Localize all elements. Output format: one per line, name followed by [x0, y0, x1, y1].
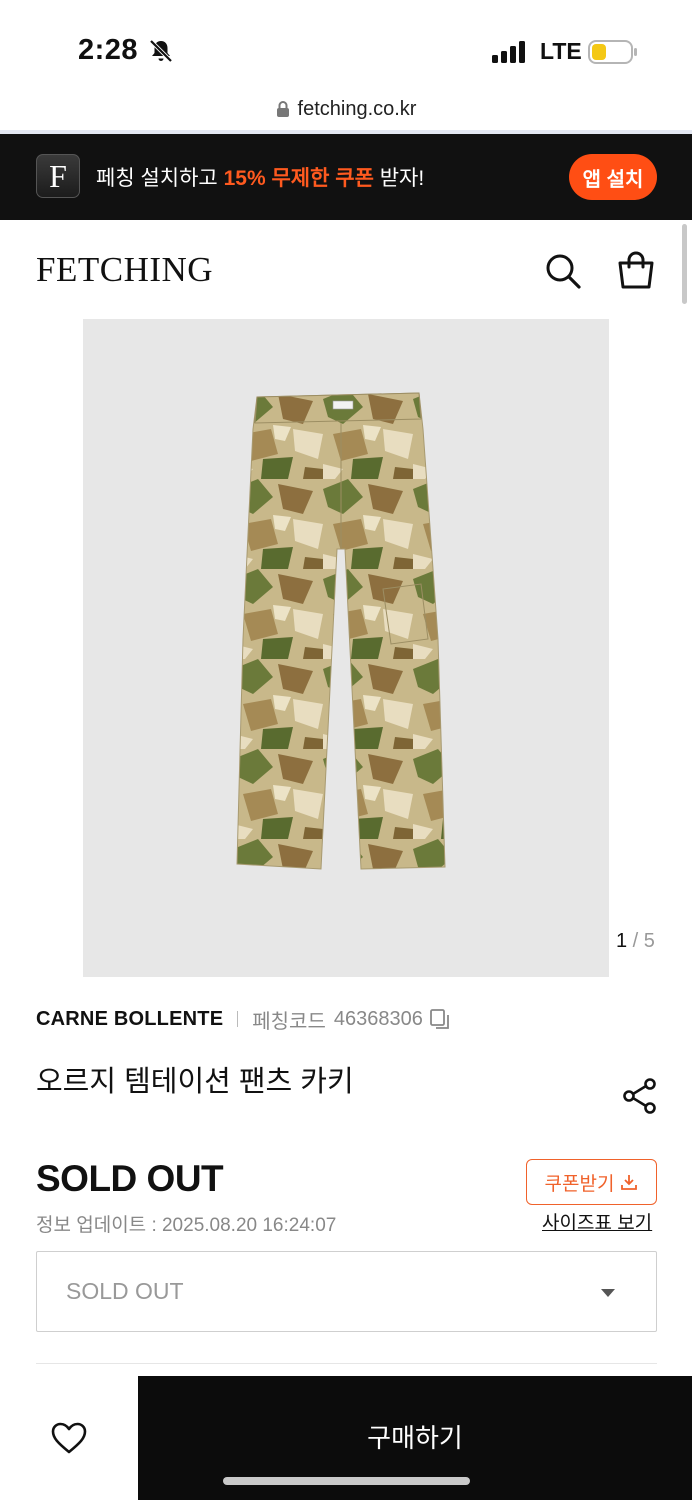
home-indicator [223, 1477, 470, 1485]
banner-text-suffix: 받자! [373, 167, 425, 190]
product-code-value: 46368306 [333, 1007, 423, 1030]
install-app-button[interactable]: 앱 설치 [569, 154, 657, 200]
lock-icon [276, 101, 289, 117]
option-select[interactable]: SOLD OUT [36, 1251, 657, 1332]
heart-icon [51, 1422, 87, 1454]
sold-out-status: SOLD OUT [36, 1158, 224, 1199]
wishlist-button[interactable] [0, 1376, 138, 1500]
image-counter-total: 5 [643, 930, 655, 952]
banner-text-prefix: 페칭 설치하고 [96, 167, 224, 190]
battery-icon [588, 40, 637, 64]
chevron-down-icon [601, 1289, 615, 1297]
site-logo[interactable]: FETCHING [36, 250, 213, 290]
status-bar: 2:28 LTE [0, 0, 692, 88]
download-icon [621, 1175, 638, 1190]
product-title: 오르지 템테이션 팬츠 카키 [36, 1066, 354, 1098]
brand-row: CARNE BOLLENTE 페칭코드 46368306 [36, 1006, 451, 1033]
product-code-label: 페칭코드 [252, 1010, 326, 1033]
brand-name[interactable]: CARNE BOLLENTE [36, 1008, 223, 1031]
banner-text-highlight: 15% 무제한 쿠폰 [223, 167, 374, 190]
copy-icon[interactable] [429, 1008, 451, 1030]
image-counter-current: 1 [616, 930, 628, 952]
option-select-value: SOLD OUT [66, 1278, 184, 1304]
shopping-bag-icon[interactable] [616, 250, 656, 290]
status-time: 2:28 [78, 34, 139, 66]
product-image[interactable] [83, 319, 609, 977]
app-install-banner: F 페칭 설치하고 15% 무제한 쿠폰 받자! 앱 설치 [0, 134, 692, 220]
network-label: LTE [540, 38, 582, 64]
get-coupon-button[interactable]: 쿠폰받기 [526, 1159, 657, 1205]
signal-icon [492, 41, 525, 63]
site-header: FETCHING [0, 220, 692, 320]
brand-separator [237, 1011, 239, 1027]
section-divider [36, 1363, 657, 1364]
image-counter-separator: / [627, 930, 644, 952]
banner-text: 페칭 설치하고 15% 무제한 쿠폰 받자! [96, 162, 424, 192]
coupon-label: 쿠폰받기 [544, 1173, 615, 1195]
search-icon[interactable] [544, 252, 582, 290]
url-text: fetching.co.kr [297, 97, 417, 120]
app-logo: F [36, 154, 80, 198]
size-chart-link[interactable]: 사이즈표 보기 [542, 1208, 652, 1235]
share-icon[interactable] [622, 1078, 658, 1114]
image-counter: 1 / 5 [616, 930, 655, 953]
product-photo [236, 392, 446, 870]
bell-slash-icon [149, 39, 173, 63]
url-bar[interactable]: fetching.co.kr [0, 88, 692, 130]
update-info: 정보 업데이트 : 2025.08.20 16:24:07 [36, 1215, 337, 1236]
